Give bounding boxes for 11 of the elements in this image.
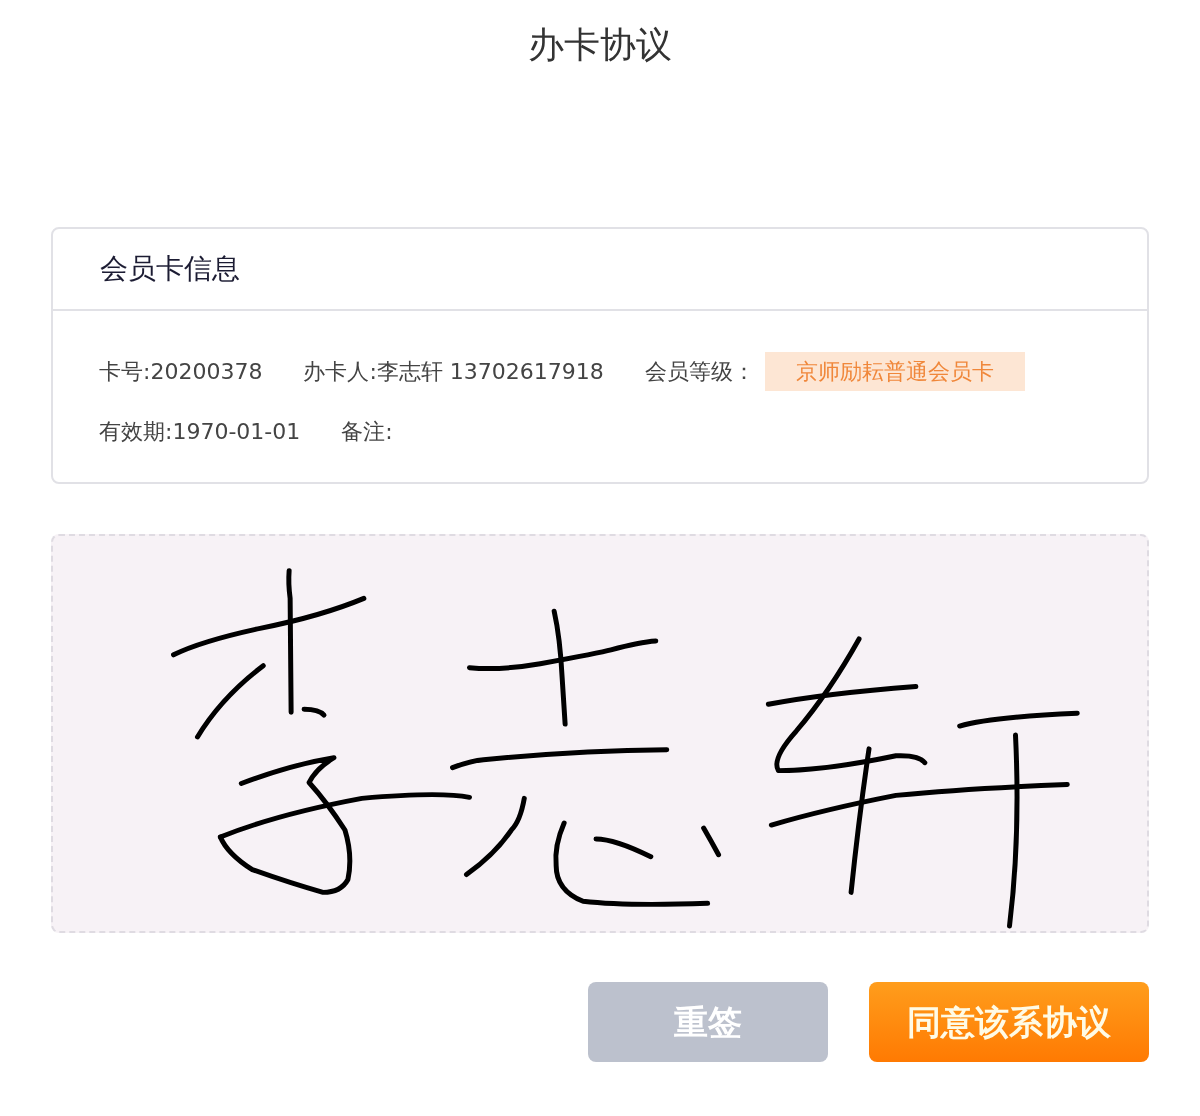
field-label: 会员等级： bbox=[644, 357, 755, 386]
info-text: 有效期:1970-01-01 bbox=[99, 417, 301, 446]
page-title: 办卡协议 bbox=[527, 23, 673, 63]
section-title: 会员卡信息 bbox=[100, 251, 240, 287]
info-text: 备注: bbox=[341, 417, 393, 446]
info-text: 办卡人:李志轩 13702617918 bbox=[303, 357, 604, 386]
level-tag: 京师励耘普通会员卡 bbox=[764, 351, 1025, 391]
agree-button[interactable]: 同意该系协议 bbox=[869, 982, 1149, 1062]
re-sign-button[interactable]: 重签 bbox=[588, 982, 828, 1062]
signature-pad[interactable] bbox=[51, 534, 1149, 933]
info-text: 卡号:20200378 bbox=[99, 357, 263, 386]
